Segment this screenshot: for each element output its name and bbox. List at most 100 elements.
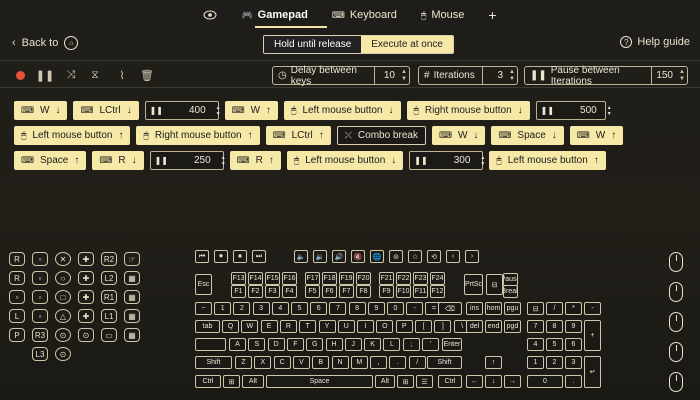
- mouse-side-button-icon[interactable]: [669, 342, 683, 362]
- gamepad-touch-icon[interactable]: ☞: [124, 252, 140, 266]
- key[interactable]: J: [344, 338, 362, 351]
- stepper-arrows-icon[interactable]: ▲ ▼: [677, 69, 687, 83]
- back-button[interactable]: ‹ Back to ⌂: [12, 36, 79, 50]
- numpad-enter-key[interactable]: ↵: [584, 356, 601, 388]
- key-step[interactable]: ⌨ W ↑: [569, 126, 624, 145]
- key[interactable]: B: [312, 356, 330, 369]
- arrow-down-key[interactable]: ↓: [485, 375, 502, 388]
- key[interactable]: N: [331, 356, 349, 369]
- tab-key[interactable]: tab: [195, 320, 220, 333]
- hold-until-release-option[interactable]: Hold until release: [264, 36, 362, 53]
- key-step[interactable]: ⌨ LCtrl ↑: [265, 126, 331, 145]
- gamepad-touch-icon[interactable]: ▦: [124, 309, 140, 323]
- numlock-key[interactable]: ⊟: [527, 302, 544, 315]
- windows-key[interactable]: ⊞: [397, 375, 414, 388]
- function-key[interactable]: F8: [356, 285, 371, 298]
- enter-key[interactable]: Enter: [442, 338, 462, 351]
- gamepad-dpad-icon[interactable]: ▫: [32, 271, 48, 285]
- stepper-arrows-icon[interactable]: ▲ ▼: [607, 105, 612, 117]
- key[interactable]: ~: [195, 302, 212, 315]
- pause-between-iterations-stepper[interactable]: ❚❚ Pause between Iterations 150 ▲ ▼: [524, 65, 688, 87]
- function-key[interactable]: F20: [356, 272, 371, 285]
- alt-key[interactable]: Alt: [242, 375, 264, 388]
- scroll-lock-key[interactable]: ⊟: [486, 274, 503, 295]
- gamepad-trigger-icon[interactable]: ▭: [101, 328, 117, 342]
- numpad-key[interactable]: 4: [527, 338, 544, 351]
- gamepad-trigger-icon[interactable]: R2: [101, 252, 117, 266]
- key[interactable]: 2: [233, 302, 251, 315]
- ctrl-key[interactable]: Ctrl: [195, 375, 221, 388]
- nav-key[interactable]: pgu: [504, 302, 521, 315]
- gamepad-dpad-icon[interactable]: ▫: [32, 290, 48, 304]
- key[interactable]: 3: [252, 302, 270, 315]
- gamepad-dpad-icon[interactable]: ▫: [32, 309, 48, 323]
- key[interactable]: F: [286, 338, 304, 351]
- function-key[interactable]: F21: [379, 272, 394, 285]
- key[interactable]: K: [364, 338, 382, 351]
- function-key[interactable]: F5: [305, 285, 320, 298]
- key[interactable]: .: [389, 356, 407, 369]
- key[interactable]: P: [395, 320, 413, 333]
- mouse-scroll-icon[interactable]: [669, 372, 683, 392]
- key[interactable]: X: [254, 356, 272, 369]
- numpad-key[interactable]: 9: [565, 320, 582, 333]
- wait-button[interactable]: ⧖: [88, 68, 102, 82]
- key[interactable]: S: [248, 338, 266, 351]
- function-key[interactable]: F24: [430, 272, 445, 285]
- function-key[interactable]: F9: [379, 285, 394, 298]
- media-key-icon[interactable]: ⏮: [195, 250, 209, 263]
- function-key[interactable]: F7: [339, 285, 354, 298]
- gamepad-stick-icon[interactable]: R: [9, 271, 25, 285]
- iterations-stepper[interactable]: # Iterations 3 ▲ ▼: [418, 66, 518, 85]
- function-key[interactable]: F10: [396, 285, 411, 298]
- media-key-icon[interactable]: ⏺: [214, 250, 228, 263]
- delay-step[interactable]: ❚❚ 300 ▲ ▼: [409, 151, 485, 170]
- function-key[interactable]: F6: [322, 285, 337, 298]
- key[interactable]: ]: [434, 320, 452, 333]
- key[interactable]: ;: [402, 338, 420, 351]
- key[interactable]: T: [299, 320, 317, 333]
- shuffle-button[interactable]: ⤨: [64, 68, 78, 82]
- key[interactable]: 8: [348, 302, 366, 315]
- key[interactable]: A: [229, 338, 246, 351]
- function-key[interactable]: F19: [339, 272, 354, 285]
- key-step[interactable]: ⌨ R ↓: [92, 151, 144, 170]
- function-key[interactable]: F12: [430, 285, 445, 298]
- tab-mouse[interactable]: 🖱 Mouse: [421, 9, 464, 21]
- key-step[interactable]: ⌨ LCtrl ↓: [73, 101, 139, 120]
- gamepad-stick-icon[interactable]: R: [9, 252, 25, 266]
- function-key[interactable]: F17: [305, 272, 320, 285]
- media-key-icon[interactable]: ⏭: [252, 250, 266, 263]
- key[interactable]: ,: [370, 356, 388, 369]
- printscreen-key[interactable]: PrtSc: [464, 274, 483, 295]
- key[interactable]: 0: [387, 302, 404, 315]
- numpad-key[interactable]: /: [546, 302, 563, 315]
- space-key[interactable]: Space: [266, 375, 373, 388]
- gamepad-touch-icon[interactable]: ▦: [124, 328, 140, 342]
- gamepad-stick-icon[interactable]: P: [9, 328, 25, 342]
- key-step[interactable]: 🖱 Left mouse button ↓: [284, 101, 401, 120]
- stepper-arrows-icon[interactable]: ▲ ▼: [216, 105, 221, 117]
- function-key[interactable]: F16: [282, 272, 297, 285]
- key-step[interactable]: ⌨ W ↓: [14, 101, 68, 120]
- key-step[interactable]: 🖱 Left mouse button ↑: [14, 126, 131, 145]
- system-key-icon[interactable]: ›: [465, 250, 479, 263]
- execute-at-once-option[interactable]: Execute at once: [361, 36, 453, 53]
- function-key[interactable]: F3: [265, 285, 280, 298]
- key-step[interactable]: 🖱 Right mouse button ↑: [136, 126, 260, 145]
- capslock-key[interactable]: [195, 338, 226, 351]
- clear-button[interactable]: ⌇: [115, 68, 129, 82]
- gamepad-stick-icon[interactable]: ▫: [9, 290, 25, 304]
- system-key-icon[interactable]: 🌐: [370, 250, 384, 263]
- key-step[interactable]: ⌨ Space ↑: [14, 151, 87, 170]
- key[interactable]: Y: [318, 320, 336, 333]
- backspace-key[interactable]: ⌫: [438, 302, 462, 315]
- function-key[interactable]: F11: [413, 285, 428, 298]
- delay-step[interactable]: ❚❚ 400 ▲ ▼: [144, 101, 221, 120]
- key[interactable]: 1: [214, 302, 232, 315]
- function-key[interactable]: F1: [231, 285, 246, 298]
- nav-key[interactable]: end: [485, 320, 502, 333]
- key[interactable]: V: [292, 356, 310, 369]
- key[interactable]: M: [350, 356, 368, 369]
- arrow-left-key[interactable]: ←: [466, 375, 483, 388]
